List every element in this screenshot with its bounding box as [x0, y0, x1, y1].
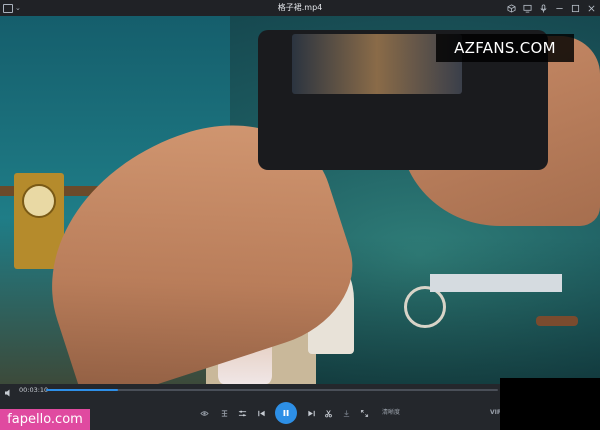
pause-icon: [283, 410, 289, 416]
previous-icon[interactable]: [255, 407, 267, 419]
monitor-icon[interactable]: [521, 2, 533, 14]
watermark-label: AZFANS.COM: [436, 34, 574, 62]
scene-clock-face: [22, 184, 56, 218]
seek-bar-fill: [46, 389, 119, 391]
scene-fan: [404, 286, 446, 328]
seek-bar[interactable]: [46, 389, 498, 391]
equalizer-icon[interactable]: [236, 407, 248, 419]
download-icon[interactable]: [340, 407, 352, 419]
app-menu-chevron-icon[interactable]: ⌄: [15, 0, 21, 16]
scene-stool: [536, 316, 578, 326]
window-controls: [505, 0, 597, 16]
volume-icon[interactable]: [3, 384, 15, 397]
close-icon[interactable]: [585, 2, 597, 14]
scissors-icon[interactable]: [322, 407, 334, 419]
title-bar: ⌄ 格子裙.mp4: [0, 0, 600, 16]
black-overlay-box: [500, 378, 600, 430]
site-watermark: fapello.com: [0, 409, 90, 430]
quality-button[interactable]: 清晰度: [382, 407, 400, 419]
fullscreen-icon[interactable]: [358, 407, 370, 419]
app-logo-icon[interactable]: [3, 3, 13, 13]
pause-button[interactable]: [275, 402, 297, 424]
next-icon[interactable]: [305, 407, 317, 419]
maximize-icon[interactable]: [569, 2, 581, 14]
current-time: 00:03:10: [19, 386, 49, 394]
video-frame[interactable]: AZFANS.COM: [0, 16, 600, 384]
subtitle-icon[interactable]: [218, 407, 230, 419]
scene-desk: [430, 274, 562, 292]
microphone-icon[interactable]: [537, 2, 549, 14]
cube-icon[interactable]: [505, 2, 517, 14]
minimize-icon[interactable]: [553, 2, 565, 14]
eye-icon[interactable]: [198, 407, 210, 419]
